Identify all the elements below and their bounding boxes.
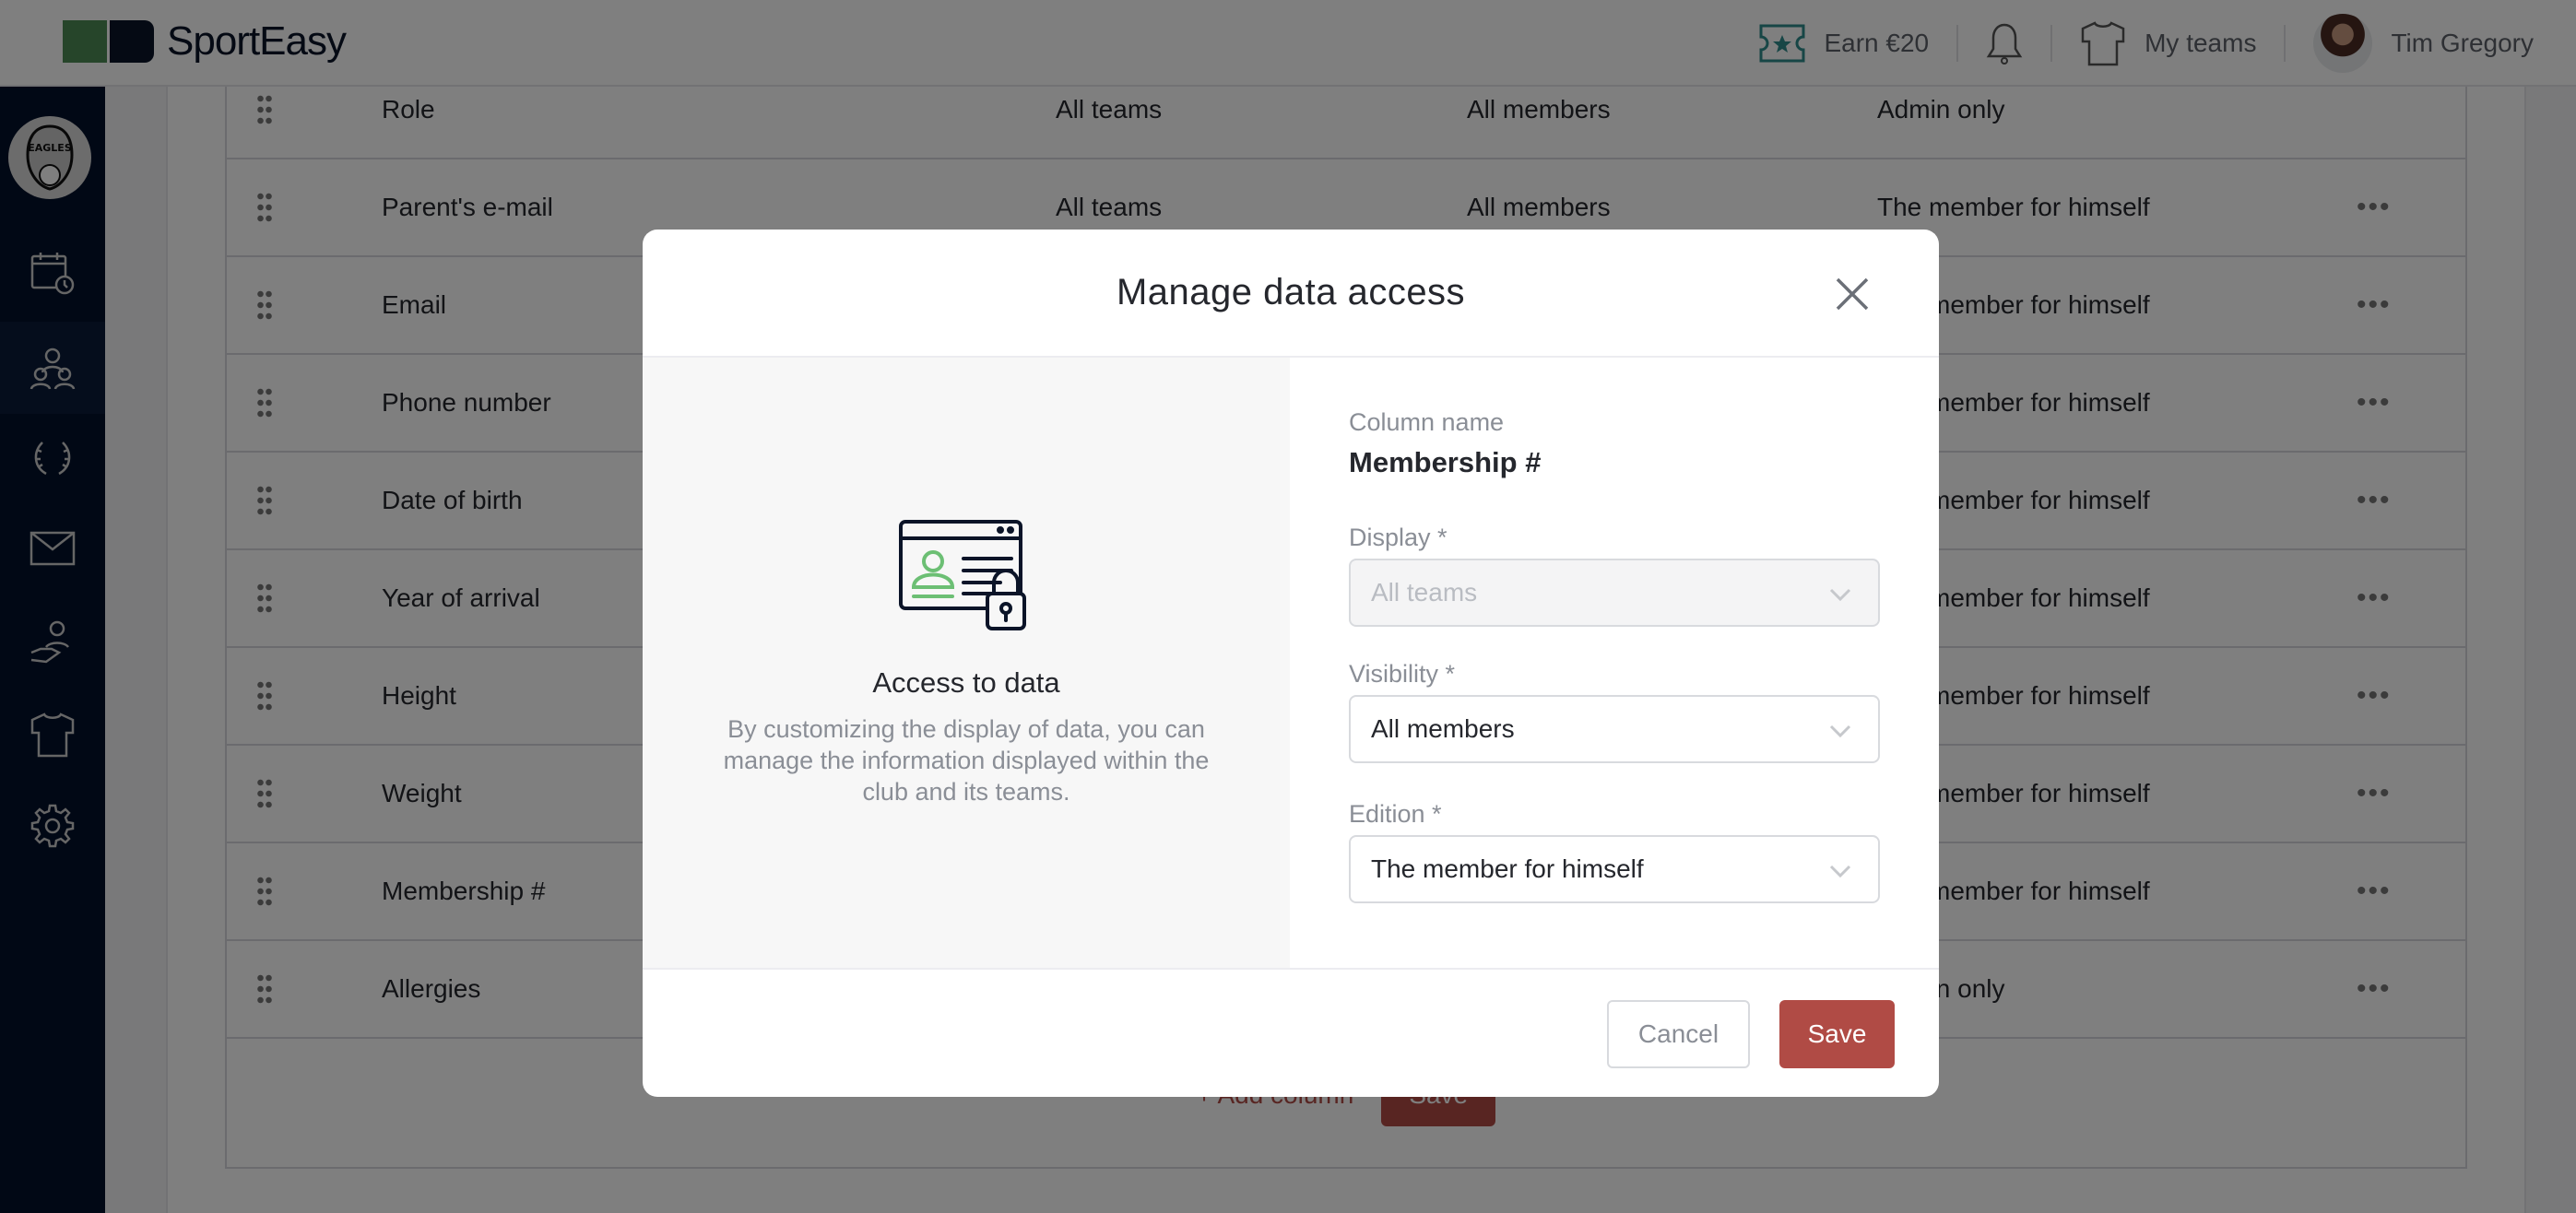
display-select[interactable]: All teams xyxy=(1349,559,1880,627)
column-name-value: Membership # xyxy=(1349,446,1542,478)
edition-label: Edition * xyxy=(1349,800,1442,828)
form-panel: Column name Membership # Display * All t… xyxy=(1349,358,1939,968)
column-name-label: Column name xyxy=(1349,408,1505,436)
save-button[interactable]: Save xyxy=(1779,1000,1895,1068)
info-panel: Access to data By customizing the displa… xyxy=(643,358,1290,968)
edition-select[interactable]: The member for himself xyxy=(1349,835,1880,903)
chevron-down-icon xyxy=(1829,865,1851,878)
cancel-button[interactable]: Cancel xyxy=(1607,1000,1750,1068)
info-title: Access to data xyxy=(872,666,1060,699)
display-value: All teams xyxy=(1371,578,1478,606)
visibility-select[interactable]: All members xyxy=(1349,695,1880,763)
visibility-value: All members xyxy=(1371,714,1515,743)
display-label: Display * xyxy=(1349,524,1448,551)
visibility-label: Visibility * xyxy=(1349,660,1456,688)
edition-value: The member for himself xyxy=(1371,854,1644,883)
modal-footer: Cancel Save xyxy=(643,968,1939,1097)
chevron-down-icon xyxy=(1829,588,1851,602)
data-access-illustration-icon xyxy=(899,520,1026,630)
chevron-down-icon xyxy=(1829,724,1851,738)
modal-title: Manage data access xyxy=(1116,272,1466,312)
manage-data-access-modal: Manage data access Access to data By cus… xyxy=(643,230,1939,1097)
info-description: By customizing the display of data, you … xyxy=(723,715,1210,806)
close-icon[interactable] xyxy=(1832,274,1873,314)
